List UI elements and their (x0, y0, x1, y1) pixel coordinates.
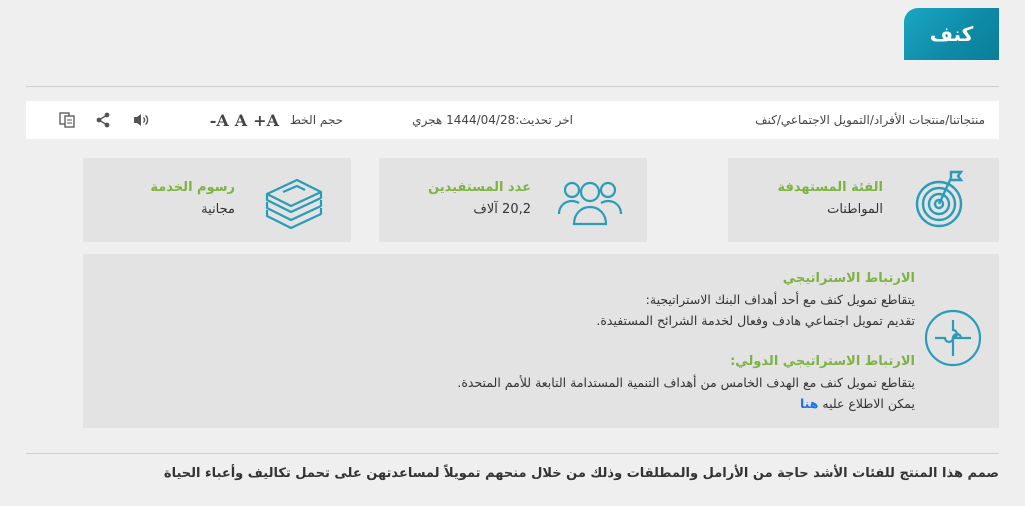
copy-icon[interactable] (57, 101, 77, 139)
see-more-text: يمكن الاطلاع عليه (818, 396, 915, 411)
toolbar: منتجاتنا/منتجات الأفراد/التمويل الاجتماع… (26, 101, 999, 139)
card-label: الفئة المستهدفة (777, 180, 884, 195)
users-icon (557, 170, 623, 230)
breadcrumb[interactable]: منتجاتنا/منتجات الأفراد/التمويل الاجتماع… (755, 101, 985, 139)
strategy-line: يتقاطع تمويل كنف مع الهدف الخامس من أهدا… (457, 375, 915, 390)
strategy-heading: الارتباط الاستراتيجي (782, 271, 915, 286)
card-label: عدد المستفيدين (428, 180, 531, 195)
international-strategy-heading: الارتباط الاستراتيجي الدولي: (730, 354, 915, 369)
divider (26, 453, 999, 454)
strategy-line: يتقاطع تمويل كنف مع أحد أهداف البنك الاس… (645, 292, 915, 307)
font-increase-button[interactable]: +A (253, 111, 279, 130)
info-card-beneficiaries: عدد المستفيدين 20,2 آلاف (379, 158, 647, 242)
card-value: المواطنات (827, 202, 883, 217)
puzzle-icon (923, 308, 983, 368)
money-stack-icon (261, 170, 327, 230)
font-size-label: حجم الخط (289, 113, 343, 127)
share-icon[interactable] (93, 101, 113, 139)
font-size-controls: -A A +A (210, 101, 279, 139)
here-link[interactable]: هنا (800, 396, 818, 411)
target-icon (909, 170, 975, 230)
strategy-line: تقديم تمويل اجتماعي هادف وفعال لخدمة الش… (596, 313, 915, 328)
font-decrease-button[interactable]: -A (210, 111, 229, 130)
divider (26, 86, 999, 87)
product-description: صمم هذا المنتج للفئات الأشد حاجة من الأر… (163, 466, 999, 481)
strategy-line: يمكن الاطلاع عليه هنا (457, 393, 915, 414)
speaker-icon[interactable] (131, 101, 151, 139)
info-card-service-fees: رسوم الخدمة مجانية (83, 158, 351, 242)
card-label: رسوم الخدمة (150, 180, 235, 195)
info-card-target-group: الفئة المستهدفة المواطنات (728, 158, 999, 242)
card-value: مجانية (201, 202, 235, 217)
font-normal-button[interactable]: A (235, 111, 247, 130)
strategic-alignment-box: الارتباط الاستراتيجي يتقاطع تمويل كنف مع… (83, 254, 999, 428)
last-update: اخر تحديث:1444/04/28 هجري (412, 113, 573, 127)
card-value: 20,2 آلاف (473, 202, 531, 217)
page-title: كنف (904, 8, 999, 60)
